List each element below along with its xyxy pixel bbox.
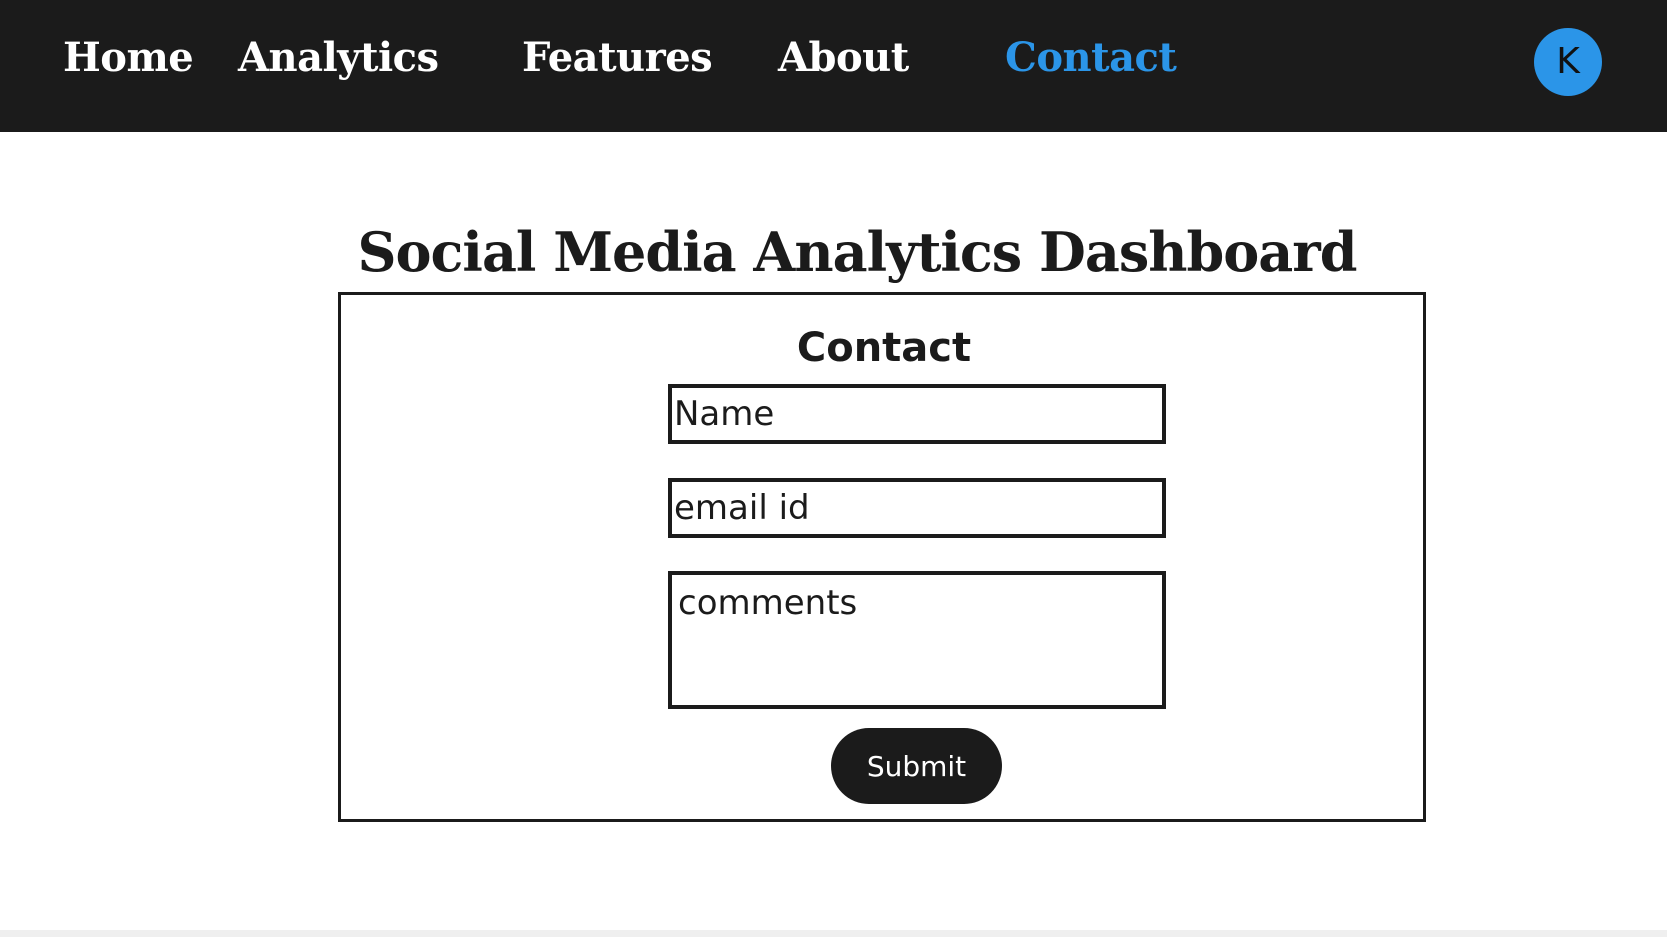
contact-form-heading: Contact xyxy=(796,325,972,371)
page-bottom-border xyxy=(0,930,1667,937)
email-input[interactable] xyxy=(668,478,1166,538)
top-navbar: Home Analytics Features About Contact K xyxy=(0,0,1667,132)
nav-item-analytics[interactable]: Analytics xyxy=(238,30,439,86)
comments-textarea[interactable] xyxy=(668,571,1166,709)
nav-item-contact[interactable]: Contact xyxy=(1005,30,1177,86)
name-input[interactable] xyxy=(668,384,1166,444)
nav-item-features[interactable]: Features xyxy=(522,30,713,86)
nav-item-about[interactable]: About xyxy=(778,30,909,86)
user-avatar[interactable]: K xyxy=(1534,28,1602,96)
nav-item-home[interactable]: Home xyxy=(63,30,194,86)
submit-button[interactable]: Submit xyxy=(831,728,1002,804)
page-title: Social Media Analytics Dashboard xyxy=(357,220,1358,284)
